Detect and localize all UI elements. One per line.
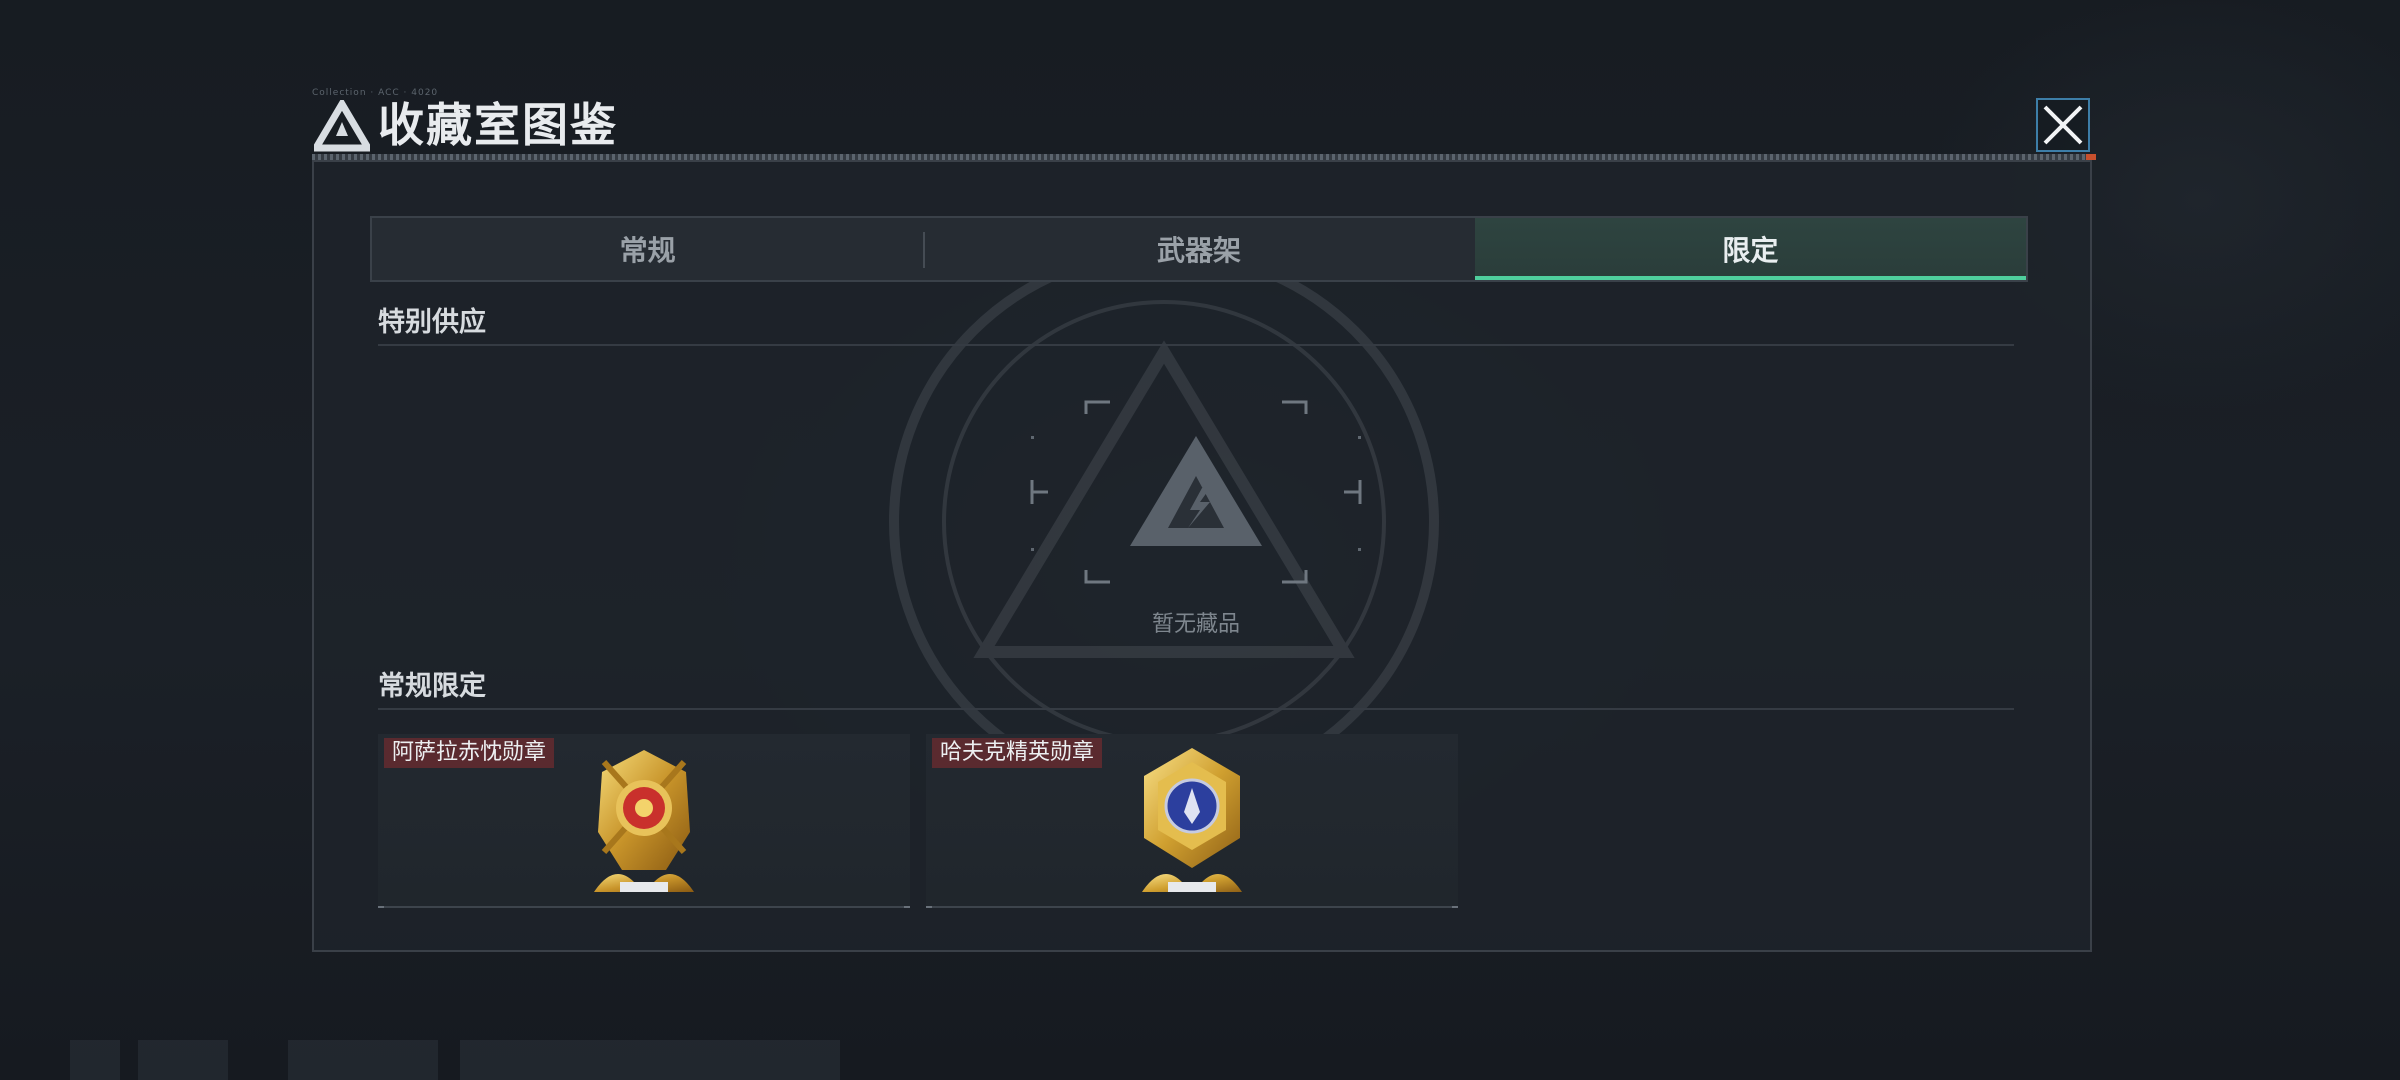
background-blur-strip bbox=[70, 1040, 850, 1080]
collection-panel: 常规 武器架 限定 特别供应 暂无藏品 常规限定 阿萨拉赤忱勋章 哈夫克精英勋章 bbox=[312, 160, 2092, 952]
category-tabs: 常规 武器架 限定 bbox=[370, 216, 2028, 282]
card-underline bbox=[378, 906, 910, 908]
delta-logo-icon bbox=[314, 100, 370, 152]
collection-card[interactable]: 阿萨拉赤忱勋章 bbox=[378, 734, 910, 908]
section-title-special: 特别供应 bbox=[378, 307, 486, 338]
tab-limited[interactable]: 限定 bbox=[1474, 218, 2026, 280]
section-divider bbox=[378, 344, 2014, 346]
empty-state: 暂无藏品 bbox=[1028, 392, 1364, 652]
tab-regular[interactable]: 常规 bbox=[372, 218, 923, 280]
dialog-header: Collection · ACC · 4020 收藏室图鉴 bbox=[312, 88, 2096, 160]
medal-asala-icon bbox=[594, 750, 694, 892]
close-icon bbox=[2043, 105, 2083, 145]
card-underline bbox=[926, 906, 1458, 908]
card-label: 哈夫克精英勋章 bbox=[932, 738, 1103, 768]
empty-state-text: 暂无藏品 bbox=[1151, 612, 1240, 637]
card-label: 阿萨拉赤忱勋章 bbox=[384, 738, 555, 768]
collection-card[interactable]: 哈夫克精英勋章 bbox=[926, 734, 1458, 908]
close-button[interactable] bbox=[2036, 98, 2090, 152]
empty-logo-icon bbox=[1130, 436, 1262, 546]
section-title-limited: 常规限定 bbox=[378, 671, 486, 702]
section-divider bbox=[378, 708, 2014, 710]
tab-weapon-rack[interactable]: 武器架 bbox=[923, 218, 1474, 280]
medal-haavk-icon bbox=[1142, 748, 1242, 892]
dialog-title: 收藏室图鉴 bbox=[378, 98, 618, 152]
